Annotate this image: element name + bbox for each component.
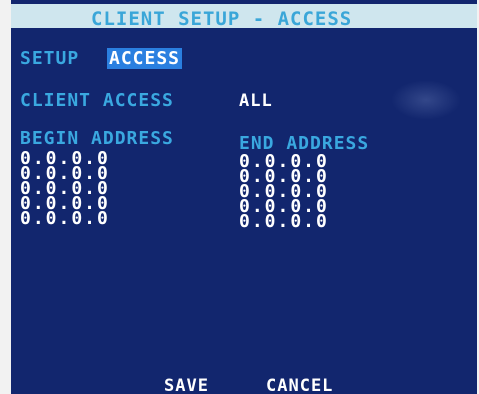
setup-label: SETUP [20,48,80,69]
title-bar: CLIENT SETUP - ACCESS [11,4,477,30]
screen-glare [391,80,461,120]
setup-value-selected[interactable]: ACCESS [107,48,183,69]
client-access-label: CLIENT ACCESS [20,90,174,111]
begin-address-header: BEGIN ADDRESS [20,128,174,149]
client-access-value[interactable]: ALL [239,91,273,111]
dvr-screen: CLIENT SETUP - ACCESS SETUP ACCESS CLIEN… [11,0,477,394]
end-address-5[interactable]: 0.0.0.0 [239,213,329,231]
save-button[interactable]: SAVE [164,376,209,394]
begin-address-5[interactable]: 0.0.0.0 [20,210,110,228]
page-title: CLIENT SETUP - ACCESS [91,8,353,30]
cancel-button[interactable]: CANCEL [266,376,333,394]
